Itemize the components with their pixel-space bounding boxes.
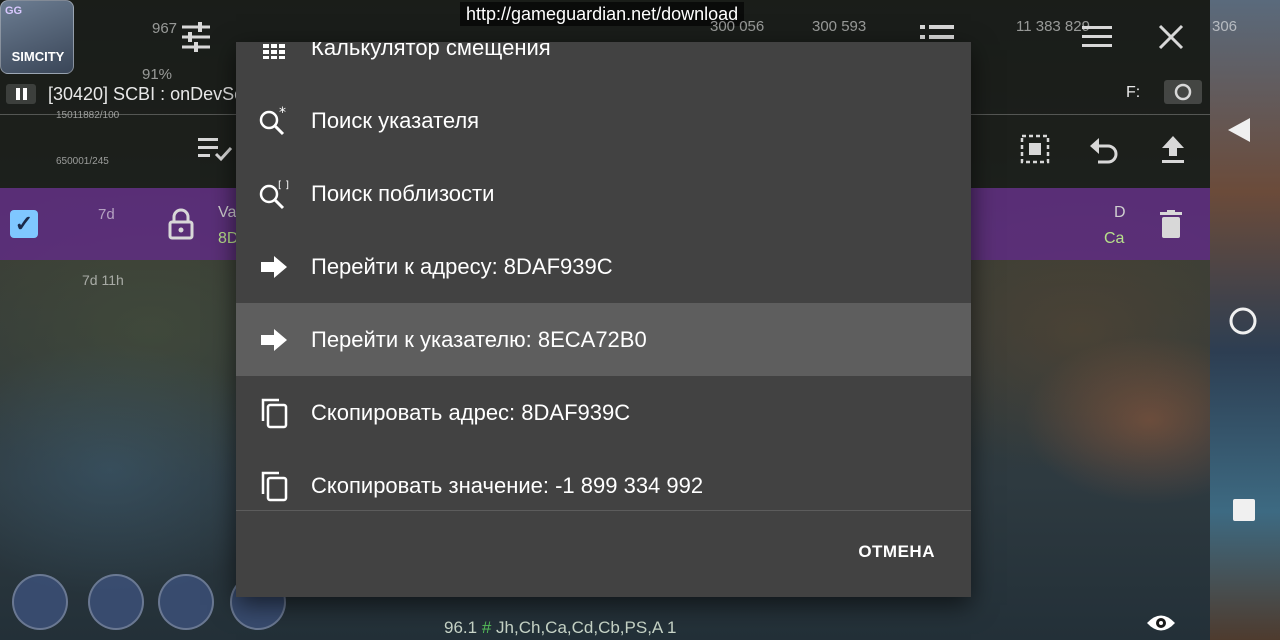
sliders-icon[interactable] xyxy=(180,22,212,56)
calculator-icon xyxy=(258,42,290,64)
close-icon[interactable] xyxy=(1158,24,1184,54)
stat-text: 300 056 xyxy=(710,18,765,35)
menu-item-label: Перейти к адресу: 8DAF939C xyxy=(311,253,613,279)
menu-item-label: Скопировать адрес: 8DAF939C xyxy=(311,399,631,425)
selection-icon[interactable] xyxy=(1020,134,1050,168)
result-checkbox[interactable]: ✓ xyxy=(10,210,38,238)
undo-icon[interactable] xyxy=(1090,136,1120,168)
upload-icon[interactable] xyxy=(1160,134,1186,168)
result-region: Ca xyxy=(1104,230,1125,247)
menu-item-goto-address[interactable]: Перейти к адресу: 8DAF939C xyxy=(236,230,971,303)
context-menu-dialog: Калькулятор смещения * Поиск указателя [… xyxy=(236,42,971,597)
dialog-divider xyxy=(236,510,971,511)
nearby-search-icon: [ ] xyxy=(258,178,290,210)
menu-item-nearby-search[interactable]: [ ] Поиск поблизости xyxy=(236,157,971,230)
app-label: SIMCITY xyxy=(11,49,65,64)
menu-item-goto-pointer[interactable]: Перейти к указателю: 8ECA72B0 xyxy=(236,303,971,376)
row-code: 650001/245 xyxy=(56,156,109,167)
svg-text:[ ]: [ ] xyxy=(278,180,289,191)
menu-item-label: Калькулятор смещения xyxy=(311,42,551,60)
home-icon[interactable] xyxy=(1228,306,1258,340)
bottom-tags: Jh,Ch,Ca,Cd,Cb,PS,A 1 xyxy=(496,618,677,637)
menu-icon[interactable] xyxy=(1082,26,1112,52)
menu-item-offset-calculator[interactable]: Калькулятор смещения xyxy=(236,42,971,84)
delete-icon[interactable] xyxy=(1160,210,1182,242)
cancel-button[interactable]: ОТМЕНА xyxy=(858,542,935,568)
select-all-icon[interactable] xyxy=(198,136,233,166)
stat-text: 11 383 829 xyxy=(1016,18,1090,35)
bottom-status: 96.1 # Jh,Ch,Ca,Cd,Cb,PS,A 1 xyxy=(444,618,677,638)
stat-text: 91% xyxy=(142,66,173,83)
result-value: 7d xyxy=(98,206,115,223)
stat-text: 306 xyxy=(1212,18,1238,35)
back-icon[interactable] xyxy=(1226,116,1252,148)
recents-icon[interactable] xyxy=(1232,498,1256,526)
stat-text: 300 593 xyxy=(812,18,867,35)
row-code: 15011882/100 xyxy=(56,110,120,121)
pause-button[interactable] xyxy=(6,84,36,104)
menu-item-label: Скопировать значение: -1 899 334 992 xyxy=(311,472,704,498)
copy-icon xyxy=(258,470,290,502)
download-url-banner[interactable]: http://gameguardian.net/download xyxy=(460,2,745,26)
menu-list: Калькулятор смещения * Поиск указателя [… xyxy=(236,42,971,522)
menu-item-label: Перейти к указателю: 8ECA72B0 xyxy=(311,326,647,352)
arrow-right-icon xyxy=(258,251,290,283)
refresh-icon[interactable] xyxy=(1164,80,1202,108)
bottom-hash: # xyxy=(481,618,492,637)
chat-button[interactable] xyxy=(158,574,214,630)
timer-text: 7d 11h xyxy=(82,272,124,288)
eye-icon[interactable] xyxy=(1146,612,1176,639)
menu-item-pointer-search[interactable]: * Поиск указателя xyxy=(236,84,971,157)
menu-item-label: Поиск указателя xyxy=(311,107,480,133)
copy-icon xyxy=(258,397,290,429)
result-type: D xyxy=(1114,204,1126,221)
process-label: [30420] SCBI : onDevSer xyxy=(48,84,251,104)
arrow-right-icon xyxy=(258,324,290,356)
menu-item-label: Поиск поблизости xyxy=(311,180,495,206)
stat-text: 967 xyxy=(152,20,178,37)
friends-button[interactable] xyxy=(12,574,68,630)
gg-badge: GG xyxy=(5,5,23,17)
simcity-app-icon[interactable]: GG SIMCITY xyxy=(0,0,74,74)
pointer-search-icon: * xyxy=(258,105,290,137)
bottom-prefix: 96.1 xyxy=(444,618,478,637)
svg-text:*: * xyxy=(279,105,286,121)
result-label: Va xyxy=(218,204,237,221)
menu-item-copy-address[interactable]: Скопировать адрес: 8DAF939C xyxy=(236,376,971,449)
map-button[interactable] xyxy=(88,574,144,630)
menu-item-copy-value[interactable]: Скопировать значение: -1 899 334 992 xyxy=(236,449,971,522)
lock-icon[interactable] xyxy=(168,208,194,244)
status-label: F: xyxy=(1126,84,1141,101)
